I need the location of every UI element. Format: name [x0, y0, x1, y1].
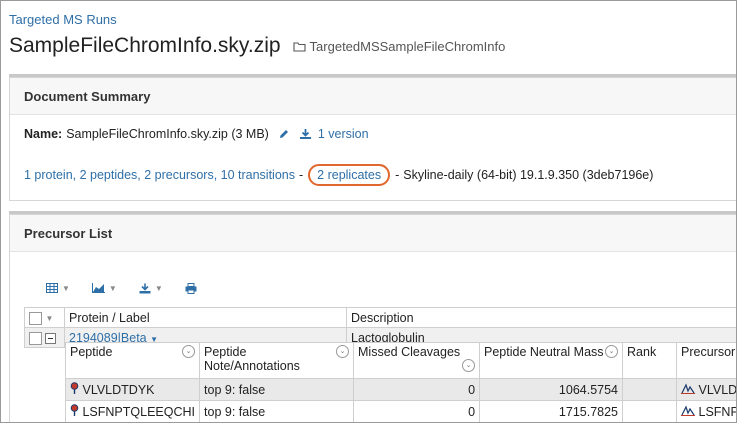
column-header-peptide[interactable]: ⌄ Peptide: [64, 342, 201, 379]
pin-icon: [70, 382, 79, 394]
grid-header-row: ▼ Protein / Label Description: [24, 307, 736, 328]
separator: -: [395, 168, 400, 182]
counts-link[interactable]: 1 protein, 2 peptides, 2 precursors, 10 …: [24, 168, 295, 182]
export-icon: [139, 283, 151, 293]
precursor-cell: LSFNPT: [676, 400, 736, 422]
row-checkbox[interactable]: [29, 331, 42, 345]
pencil-icon[interactable]: [278, 128, 290, 140]
rank-cell: [622, 400, 678, 422]
print-button[interactable]: [185, 282, 197, 294]
grid-icon: [46, 283, 58, 293]
select-all-checkbox[interactable]: [29, 311, 42, 325]
neutral-mass-cell: 1064.5754: [479, 378, 624, 401]
select-all-cell[interactable]: ▼: [24, 307, 65, 328]
column-header-rank[interactable]: Rank: [622, 342, 678, 379]
title-row: SampleFileChromInfo.sky.zip TargetedMSSa…: [9, 34, 505, 58]
export-button[interactable]: ▼: [139, 283, 163, 294]
sort-icon[interactable]: ⌄: [462, 359, 476, 372]
document-summary-heading: Document Summary: [10, 78, 736, 115]
grid-toolbar: ▼ ▼ ▼: [24, 273, 736, 303]
neutral-mass-cell: 1715.7825: [479, 400, 624, 422]
precursor-list-heading: Precursor List: [10, 215, 736, 252]
column-header-missed-cleavages[interactable]: Missed Cleavages ⌄: [353, 342, 481, 379]
name-label: Name:: [24, 127, 63, 141]
missed-cleavages-cell: 0: [353, 400, 481, 422]
charts-button[interactable]: ▼: [91, 283, 117, 293]
summary-counts-row: 1 protein, 2 peptides, 2 precursors, 10 …: [24, 164, 653, 186]
folder-icon: [292, 42, 306, 52]
chart-icon: [91, 283, 105, 293]
pin-icon: [70, 404, 79, 416]
sort-icon[interactable]: ⌄: [336, 345, 350, 358]
versions-link[interactable]: 1 version: [318, 127, 369, 141]
row-select-cell[interactable]: [24, 327, 65, 348]
chromatogram-icon: [681, 382, 696, 394]
peptide-header-row: ⌄ Peptide ⌄ Peptide Note/Annotations Misse…: [64, 342, 736, 379]
document-summary-panel: Document Summary Name: SampleFileChromIn…: [9, 77, 736, 201]
separator: -: [298, 168, 304, 182]
collapse-toggle[interactable]: [45, 332, 57, 344]
software-version: Skyline-daily (64-bit) 19.1.9.350 (3deb7…: [403, 168, 654, 182]
folder-label: TargetedMSSampleFileChromInfo: [292, 39, 506, 54]
name-value: SampleFileChromInfo.sky.zip (3 MB): [66, 127, 269, 141]
table-row: LSFNPTQLEEQCHI top 9: false 0 1715.7825 …: [64, 400, 736, 422]
grid-view-button[interactable]: ▼: [46, 283, 70, 293]
column-header-precursor[interactable]: Precursor: [676, 342, 736, 379]
note-cell: top 9: false: [199, 378, 355, 401]
note-cell: top 9: false: [199, 400, 355, 422]
print-icon: [185, 282, 197, 294]
column-header-description[interactable]: Description: [346, 307, 736, 328]
column-header-neutral-mass[interactable]: ⌄ Peptide Neutral Mass: [479, 342, 624, 379]
peptide-cell: LSFNPTQLEEQCHI: [64, 400, 201, 422]
column-header-protein[interactable]: Protein / Label: [64, 307, 347, 328]
sort-icon[interactable]: ⌄: [605, 345, 619, 358]
peptide-subgrid: ⌄ Peptide ⌄ Peptide Note/Annotations Misse…: [64, 342, 736, 422]
peptide-cell: VLVLDTDYK: [64, 378, 201, 401]
breadcrumb-targeted-ms-runs[interactable]: Targeted MS Runs: [9, 12, 117, 27]
download-icon[interactable]: [299, 128, 312, 140]
summary-name-row: Name: SampleFileChromInfo.sky.zip (3 MB)…: [24, 127, 369, 141]
page-title: SampleFileChromInfo.sky.zip: [9, 34, 281, 57]
folder-name: TargetedMSSampleFileChromInfo: [309, 39, 506, 54]
precursor-cell: VLVLDT: [676, 378, 736, 401]
page: Targeted MS Runs SampleFileChromInfo.sky…: [0, 0, 737, 423]
sort-icon[interactable]: ⌄: [182, 345, 196, 358]
rank-cell: [622, 378, 678, 401]
replicates-link[interactable]: 2 replicates: [308, 164, 391, 186]
missed-cleavages-cell: 0: [353, 378, 481, 401]
column-header-note[interactable]: ⌄ Peptide Note/Annotations: [199, 342, 355, 379]
table-row: VLVLDTDYK top 9: false 0 1064.5754 VLVLD…: [64, 378, 736, 401]
chromatogram-icon: [681, 404, 696, 416]
